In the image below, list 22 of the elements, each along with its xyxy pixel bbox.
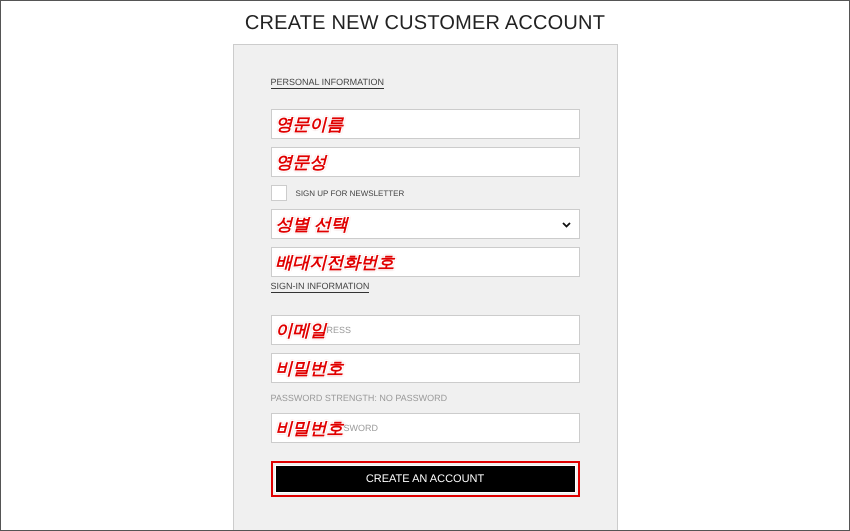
input-field[interactable]: 영문성: [270, 147, 580, 177]
select-field[interactable]: 성별 선택: [270, 209, 580, 239]
password-strength-text: PASSWORD STRENGTH: NO PASSWORD: [270, 393, 448, 403]
annotation-label: 이메일: [276, 320, 326, 342]
placeholder-text: RESS: [326, 325, 352, 335]
section-heading: PERSONAL INFORMATION: [270, 77, 384, 89]
create-account-button[interactable]: CREATE AN ACCOUNT: [274, 465, 576, 493]
input-field[interactable]: 영문이름: [270, 109, 580, 139]
section-heading: SIGN-IN INFORMATION: [270, 281, 370, 293]
annotation-label: 비밀번호: [276, 358, 344, 380]
annotation-label: 영문성: [276, 152, 326, 174]
annotation-label: 비밀번호: [276, 418, 344, 440]
checkbox-label: SIGN UP FOR NEWSLETTER: [296, 188, 404, 198]
placeholder-text: SWORD: [344, 423, 378, 433]
page-title: CREATE NEW CUSTOMER ACCOUNT: [244, 12, 606, 34]
input-field[interactable]: 배대지전화번호: [270, 247, 580, 277]
annotation-label: 배대지전화번호: [276, 252, 394, 274]
annotation-label: 성별 선택: [276, 214, 348, 236]
chevron-down-icon: [562, 222, 570, 228]
input-field[interactable]: 비밀번호: [270, 353, 580, 383]
checkbox[interactable]: [270, 185, 286, 201]
annotation-label: 영문이름: [276, 114, 344, 136]
